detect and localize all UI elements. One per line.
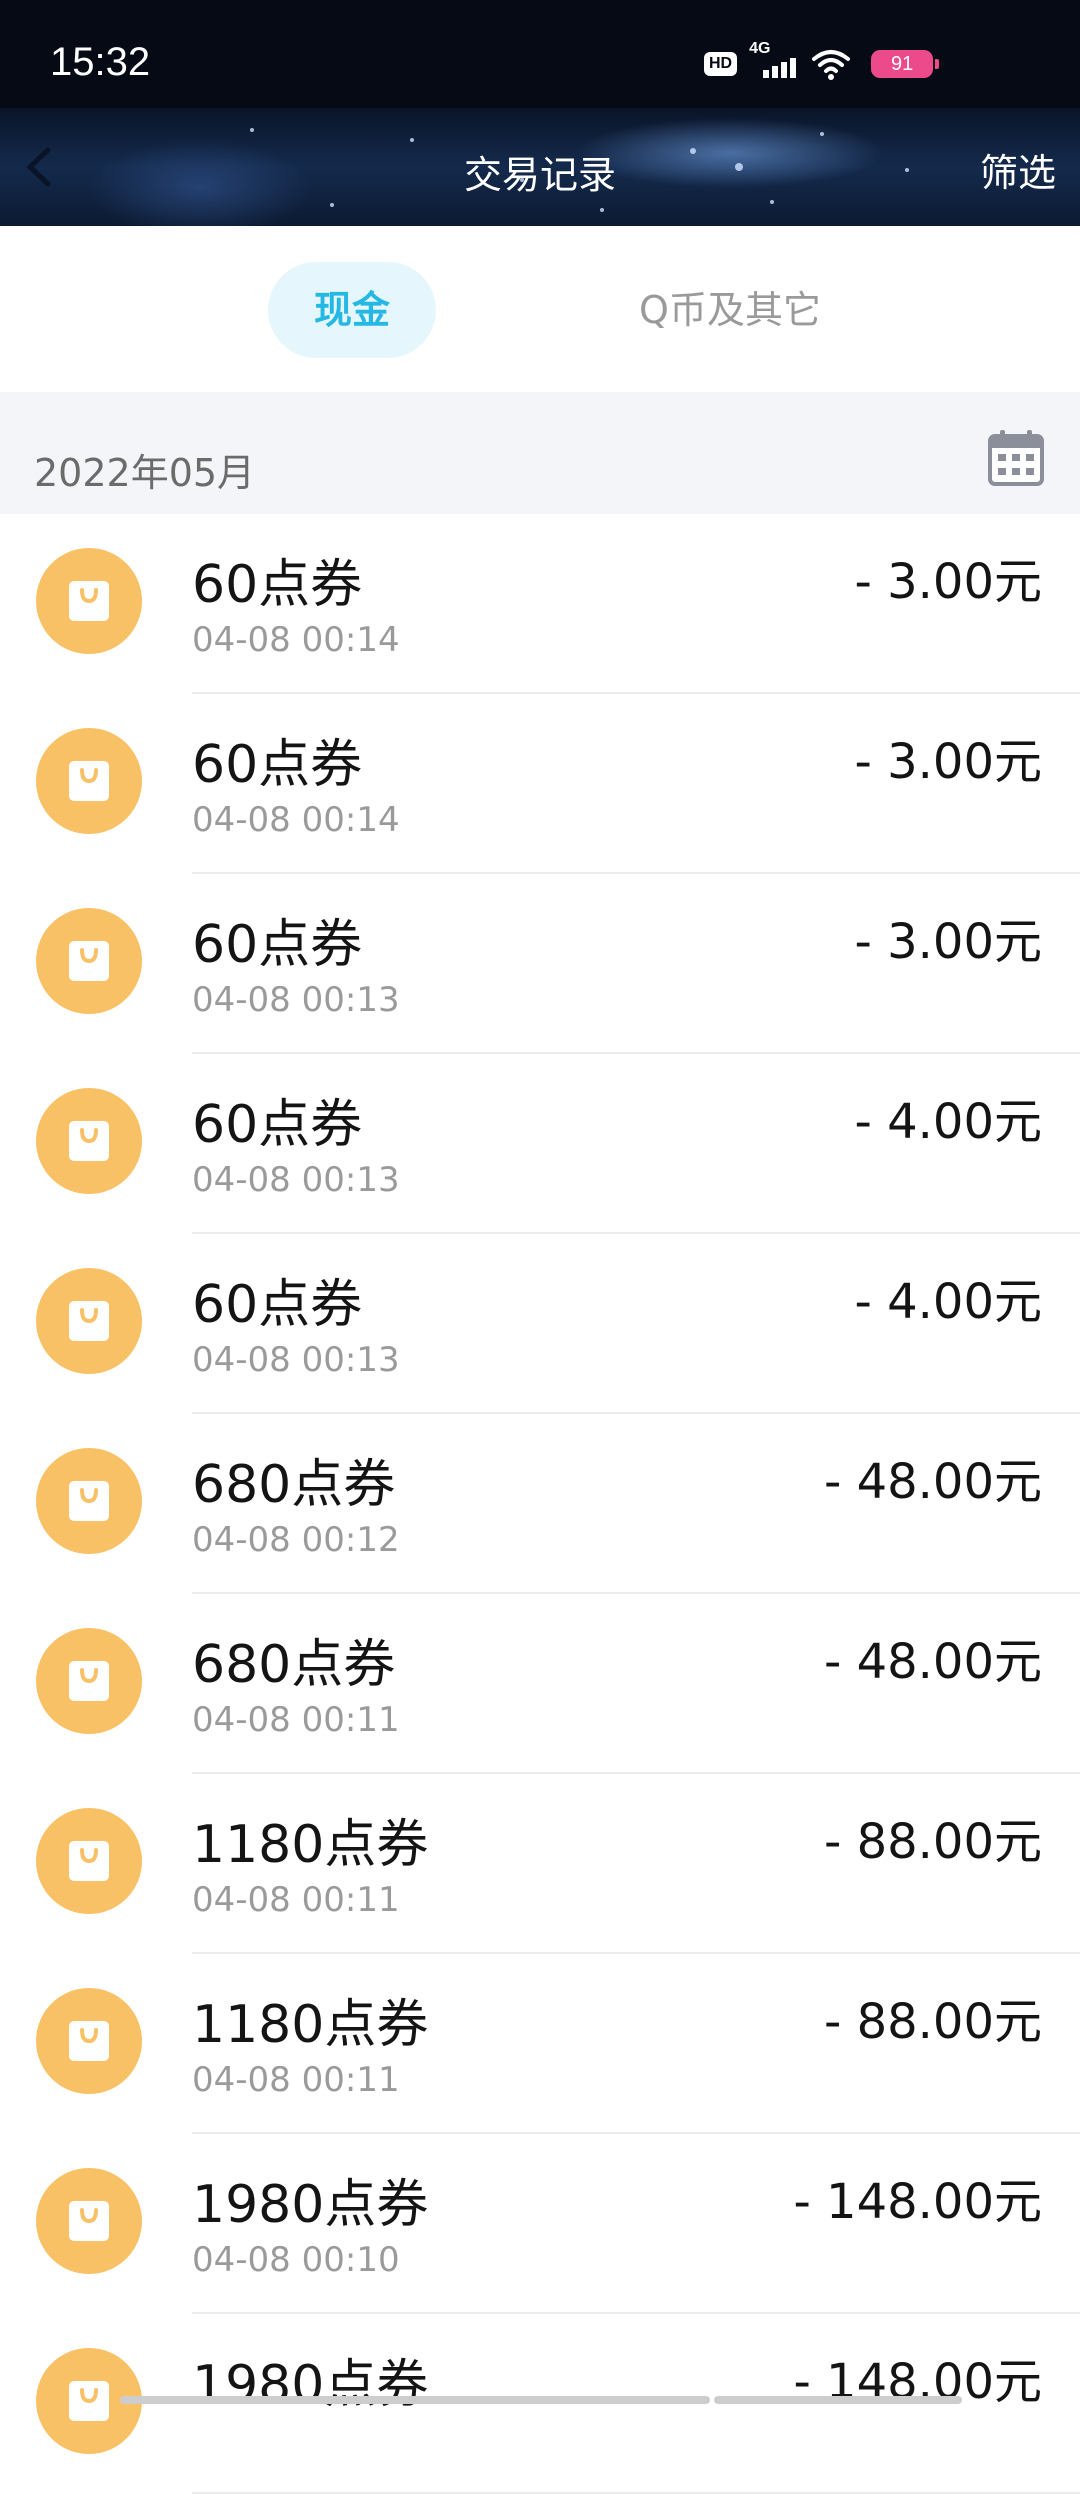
item-title: 60点券: [192, 555, 363, 615]
status-bar: 15:32 HD 4G 91: [0, 0, 1080, 108]
item-time: 04-08 00:12: [192, 1520, 400, 1560]
shopping-bag-icon: [69, 1661, 109, 1701]
page-title: 交易记录: [463, 153, 616, 197]
tab-bar: 现金 Q币及其它: [0, 226, 1080, 392]
item-icon-badge: [36, 1628, 142, 1734]
list-item[interactable]: 1980点券 - 148.00元: [0, 2314, 1080, 2494]
list-item[interactable]: 60点券 04-08 00:14 - 3.00元: [0, 694, 1080, 874]
shopping-bag-icon: [69, 2381, 109, 2421]
status-icons: HD 4G 91: [704, 40, 940, 84]
item-icon-badge: [36, 1988, 142, 2094]
item-title: 1180点券: [192, 1995, 429, 2055]
item-title: 680点券: [192, 1455, 396, 1515]
scrollbar[interactable]: [714, 2396, 962, 2404]
item-title: 1180点券: [192, 1815, 429, 1875]
item-amount: - 148.00元: [793, 2174, 1042, 2230]
list-item[interactable]: 60点券 04-08 00:14 - 3.00元: [0, 514, 1080, 694]
list-item[interactable]: 680点券 04-08 00:12 - 48.00元: [0, 1414, 1080, 1594]
item-amount: - 4.00元: [854, 1094, 1042, 1150]
item-title: 680点券: [192, 1635, 396, 1695]
shopping-bag-icon: [69, 761, 109, 801]
shopping-bag-icon: [69, 581, 109, 621]
item-icon-badge: [36, 908, 142, 1014]
item-time: 04-08 00:13: [192, 1160, 400, 1200]
wifi-icon: [812, 50, 851, 80]
item-amount: - 48.00元: [824, 1634, 1042, 1690]
shopping-bag-icon: [69, 941, 109, 981]
item-title: 60点券: [192, 735, 363, 795]
item-icon-badge: [36, 548, 142, 654]
scrollbar[interactable]: [120, 2396, 710, 2404]
item-icon-badge: [36, 728, 142, 834]
list-item[interactable]: 1180点券 04-08 00:11 - 88.00元: [0, 1954, 1080, 2134]
list-item[interactable]: 60点券 04-08 00:13 - 3.00元: [0, 874, 1080, 1054]
month-label: 2022年05月: [34, 451, 256, 495]
shopping-bag-icon: [69, 2201, 109, 2241]
item-time: 04-08 00:14: [192, 620, 400, 660]
item-time: 04-08 00:10: [192, 2240, 400, 2280]
item-time: 04-08 00:13: [192, 980, 400, 1020]
list-item[interactable]: 60点券 04-08 00:13 - 4.00元: [0, 1234, 1080, 1414]
cellular-signal-icon: 4G: [749, 40, 799, 84]
month-header: 2022年05月: [0, 392, 1080, 514]
item-amount: - 4.00元: [854, 1274, 1042, 1330]
item-title: 60点券: [192, 1095, 363, 1155]
item-icon-badge: [36, 2168, 142, 2274]
shopping-bag-icon: [69, 2021, 109, 2061]
item-amount: - 3.00元: [854, 914, 1042, 970]
item-amount: - 88.00元: [824, 1814, 1042, 1870]
transaction-list: 60点券 04-08 00:14 - 3.00元 60点券 04-08 00:14 - 3…: [0, 514, 1080, 2494]
item-amount: - 48.00元: [824, 1454, 1042, 1510]
tab-cash[interactable]: 现金: [268, 262, 436, 358]
item-time: 04-08 00:11: [192, 1700, 400, 1740]
item-time: 04-08 00:11: [192, 1880, 400, 1920]
item-time: 04-08 00:14: [192, 800, 400, 840]
hd-icon: HD: [704, 52, 738, 76]
shopping-bag-icon: [69, 1481, 109, 1521]
item-title: 1980点券: [192, 2355, 429, 2415]
item-icon-badge: [36, 1808, 142, 1914]
list-item[interactable]: 1180点券 04-08 00:11 - 88.00元: [0, 1774, 1080, 1954]
tab-qcoin-other[interactable]: Q币及其它: [600, 262, 860, 358]
list-item[interactable]: 60点券 04-08 00:13 - 4.00元: [0, 1054, 1080, 1234]
item-title: 60点券: [192, 915, 363, 975]
item-amount: - 3.00元: [854, 734, 1042, 790]
item-icon-badge: [36, 1268, 142, 1374]
item-amount: - 88.00元: [824, 1994, 1042, 2050]
shopping-bag-icon: [69, 1121, 109, 1161]
filter-button[interactable]: 筛选: [980, 142, 1056, 197]
shopping-bag-icon: [69, 1841, 109, 1881]
battery-icon: 91: [871, 50, 940, 78]
item-amount: - 3.00元: [854, 554, 1042, 610]
item-icon-badge: [36, 1448, 142, 1554]
item-icon-badge: [36, 1088, 142, 1194]
nav-bar: 交易记录 筛选: [0, 108, 1080, 226]
item-time: 04-08 00:11: [192, 2060, 400, 2100]
calendar-icon[interactable]: [986, 428, 1046, 488]
item-title: 60点券: [192, 1275, 363, 1335]
list-item[interactable]: 1980点券 04-08 00:10 - 148.00元: [0, 2134, 1080, 2314]
list-item[interactable]: 680点券 04-08 00:11 - 48.00元: [0, 1594, 1080, 1774]
item-title: 1980点券: [192, 2175, 429, 2235]
status-time: 15:32: [50, 40, 151, 84]
shopping-bag-icon: [69, 1301, 109, 1341]
network-type: 4G: [749, 40, 771, 57]
item-time: 04-08 00:13: [192, 1340, 400, 1380]
